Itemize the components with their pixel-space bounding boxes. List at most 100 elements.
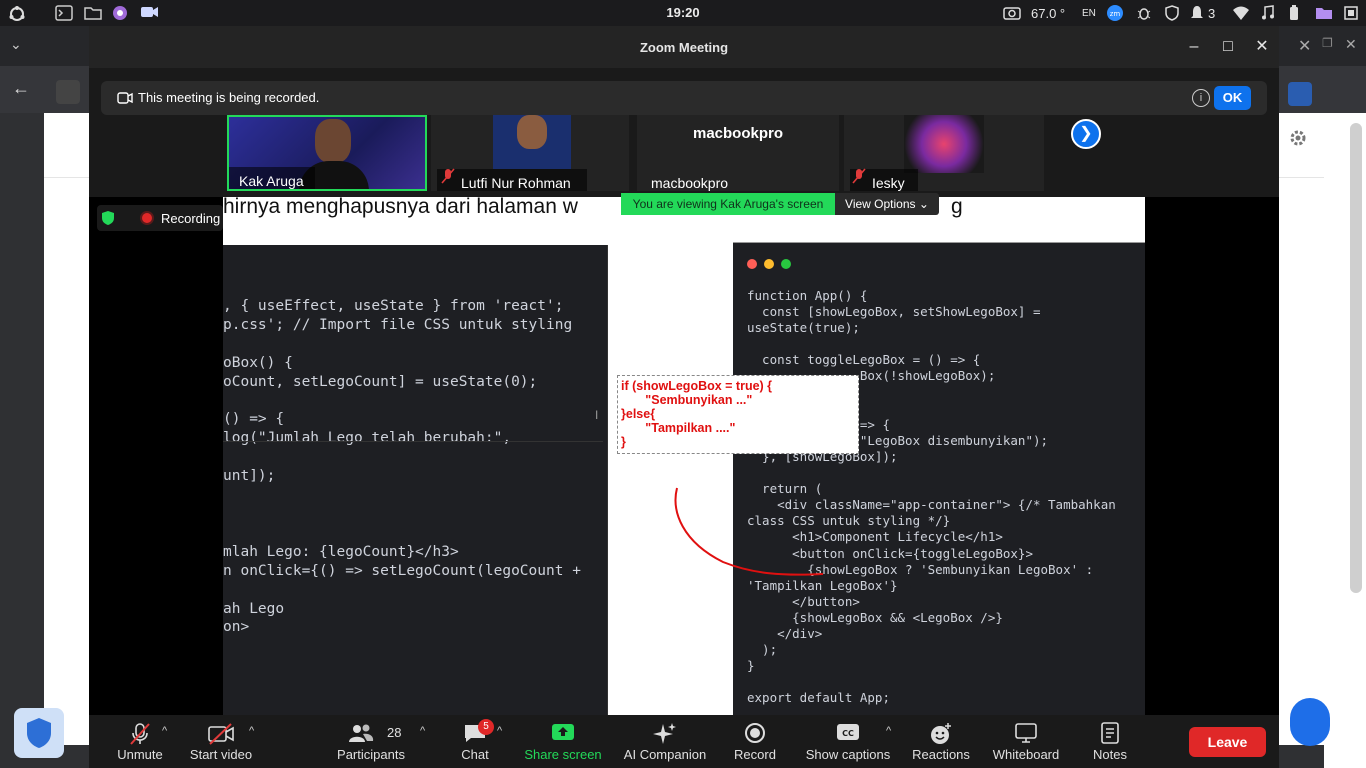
viewing-screen-label: You are viewing Kak Aruga's screen: [621, 193, 835, 215]
minimize-icon[interactable]: –: [1183, 36, 1205, 58]
code-line: oBox() {: [223, 354, 293, 371]
slide-heading-tail: g: [951, 197, 963, 218]
leave-button[interactable]: Leave: [1189, 727, 1266, 757]
code-line: }: [747, 658, 755, 674]
participants-options-caret-icon[interactable]: ^: [420, 725, 425, 737]
video-options-caret-icon[interactable]: ^: [249, 725, 254, 737]
view-options-label: View Options: [845, 197, 916, 211]
whiteboard-icon: [1014, 722, 1038, 747]
view-options-button[interactable]: View Options ⌄: [835, 193, 939, 215]
reactions-button[interactable]: Reactions: [907, 715, 975, 768]
svg-text:zm: zm: [1110, 10, 1121, 18]
code-line-highlight: [223, 441, 603, 442]
audio-options-caret-icon[interactable]: ^: [162, 725, 167, 737]
page-scrollbar[interactable]: [1350, 123, 1362, 593]
code-line: , { useEffect, useState } from 'react';: [223, 298, 564, 314]
annotation-text: if (showLegoBox = true) { "Sembunyikan .…: [621, 379, 772, 449]
shield-tray-icon[interactable]: [1164, 5, 1180, 21]
code-line: () => {: [223, 411, 285, 428]
bug-icon[interactable]: [1136, 5, 1152, 21]
music-icon[interactable]: [1261, 5, 1277, 21]
clock: 19:20: [666, 5, 700, 20]
code-line: log("Jumlah Lego telah berubah:",: [223, 430, 512, 447]
window-maximize-dot: [781, 259, 791, 269]
share-letterbox-left: [89, 197, 223, 715]
annotation-line: "Tampilkan ....": [621, 421, 736, 435]
annotation-text-box[interactable]: if (showLegoBox = true) { "Sembunyikan .…: [617, 375, 859, 454]
back-arrow-icon[interactable]: ←: [12, 78, 30, 99]
record-button[interactable]: Record: [721, 715, 789, 768]
captions-options-caret-icon[interactable]: ^: [886, 725, 891, 737]
whiteboard-button[interactable]: Whiteboard: [985, 715, 1067, 768]
browser-side-panel: [1290, 113, 1366, 768]
record-icon: [744, 722, 766, 747]
recording-notice-banner: This meeting is being recorded. i OK: [101, 81, 1267, 115]
text-cursor-icon: I: [595, 408, 599, 422]
share-letterbox-right: [1145, 197, 1279, 715]
share-screen-icon: [551, 722, 575, 745]
maximize-icon[interactable]: □: [1217, 36, 1239, 58]
browser-restore-icon[interactable]: ❐: [1322, 36, 1333, 50]
participants-label: Participants: [337, 747, 405, 762]
meeting-toolbar: Unmute ^ Start video ^ 28 Participants ^…: [89, 715, 1279, 768]
reactions-label: Reactions: [912, 747, 970, 762]
participant-tile-kak-aruga[interactable]: Kak Aruga: [227, 115, 427, 191]
notification-count: 3: [1208, 6, 1216, 21]
wifi-icon[interactable]: [1232, 5, 1249, 21]
profile-avatar[interactable]: [1288, 82, 1312, 106]
info-icon[interactable]: i: [1192, 89, 1210, 107]
code-editor-left: , { useEffect, useState } from 'react'; p…: [223, 245, 608, 715]
notes-button[interactable]: Notes: [1083, 715, 1137, 768]
annotation-curve: [674, 487, 824, 576]
code-line: </button>: [747, 593, 860, 609]
participant-tile-lutfi[interactable]: Lutfi Nur Rohman: [431, 115, 629, 191]
record-video-icon: [117, 91, 133, 108]
participants-button[interactable]: 28 Participants: [329, 715, 413, 768]
nav-button[interactable]: [56, 80, 80, 104]
code-line: </div>: [747, 625, 823, 641]
ai-companion-label: AI Companion: [623, 747, 707, 762]
show-captions-button[interactable]: CC Show captions: [801, 715, 895, 768]
captions-icon: CC: [836, 722, 860, 745]
profile-picture: [904, 115, 984, 173]
participants-icon: [347, 722, 375, 747]
screenshot-icon[interactable]: [1003, 5, 1021, 21]
tab-list-chevron-icon[interactable]: ⌄: [10, 36, 22, 53]
chat-button[interactable]: 5 Chat: [447, 715, 503, 768]
chat-options-caret-icon[interactable]: ^: [497, 725, 502, 737]
zoom-tray-icon[interactable]: zm: [1107, 5, 1123, 21]
keyboard-layout[interactable]: EN: [1082, 8, 1096, 19]
chevron-down-icon: ⌄: [918, 197, 929, 211]
power-icon[interactable]: [1343, 5, 1359, 21]
window-minimize-dot: [764, 259, 774, 269]
ai-companion-button[interactable]: AI Companion: [619, 715, 711, 768]
next-participants-arrow-icon[interactable]: ❯: [1071, 119, 1101, 149]
code-line: n onClick={() => setLegoCount(legoCount …: [223, 562, 581, 579]
participant-tile-macbookpro[interactable]: macbookpro macbookpro: [637, 115, 839, 191]
security-shield-small-icon: [101, 210, 115, 229]
muted-mic-icon: [852, 168, 866, 189]
ok-button[interactable]: OK: [1214, 86, 1251, 110]
notification-icon[interactable]: [1190, 5, 1206, 21]
floating-action-button[interactable]: [1290, 698, 1330, 746]
sparkle-icon: [652, 722, 678, 749]
settings-gear-icon[interactable]: [1289, 129, 1307, 152]
start-video-button[interactable]: Start video: [181, 715, 261, 768]
code-line: ah Lego: [223, 600, 285, 617]
browser-close-icon[interactable]: ✕: [1345, 36, 1357, 53]
unmute-label: Unmute: [117, 747, 163, 762]
browser-close-tab-icon[interactable]: ✕: [1298, 36, 1311, 56]
close-icon[interactable]: ✕: [1251, 36, 1273, 58]
security-shield-icon[interactable]: [14, 708, 64, 758]
unmute-button[interactable]: Unmute: [101, 715, 179, 768]
share-screen-button[interactable]: Share screen: [517, 715, 609, 768]
participant-tile-iesky[interactable]: Iesky: [844, 115, 1044, 191]
battery-icon[interactable]: [1288, 5, 1304, 21]
files-tray-icon[interactable]: [1315, 5, 1332, 21]
